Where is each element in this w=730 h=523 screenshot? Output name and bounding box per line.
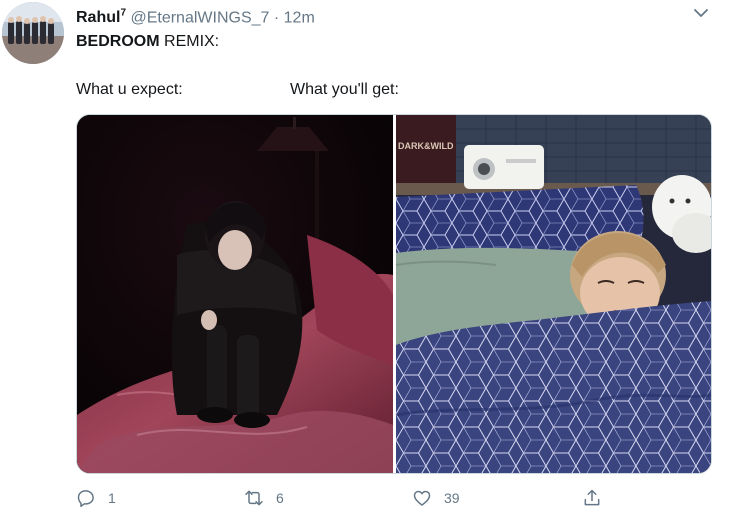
display-name[interactable]: Rahul7	[76, 8, 127, 26]
timestamp[interactable]: 12m	[284, 9, 315, 26]
reply-icon	[77, 490, 94, 508]
reply-count: 1	[108, 490, 116, 506]
label-left: What u expect:	[76, 81, 183, 98]
display-name-text[interactable]: Rahul	[76, 9, 120, 26]
avatar[interactable]	[2, 2, 64, 64]
reply-button[interactable]: 1	[76, 484, 116, 512]
tweet-text: BEDROOM REMIX:	[76, 31, 219, 53]
retweet-icon	[245, 490, 263, 506]
display-name-superscript: 7	[120, 8, 127, 19]
chevron-down-icon	[694, 9, 708, 17]
share-button[interactable]	[582, 484, 614, 512]
retweet-button[interactable]: 6	[244, 484, 284, 512]
more-options-button[interactable]	[692, 4, 710, 22]
heart-icon	[413, 490, 431, 506]
like-button[interactable]: 39	[412, 484, 460, 512]
photo-right[interactable]: DARK&WILD	[395, 115, 711, 473]
avatar-image	[2, 2, 64, 64]
tweet-actions: 1 6 39	[76, 484, 710, 512]
user-handle[interactable]: @EternalWINGS_7	[130, 9, 269, 26]
tweet-media[interactable]: DARK&WILD	[76, 114, 712, 474]
photo-left[interactable]	[77, 115, 393, 473]
retweet-count: 6	[276, 490, 284, 506]
tweet-header: Rahul7 @EternalWINGS_7 · 12m	[76, 4, 315, 28]
tweet-text-bold: BEDROOM	[76, 33, 160, 50]
share-icon	[584, 489, 600, 506]
separator: ·	[273, 9, 280, 27]
label-right: What you'll get:	[290, 81, 399, 98]
like-count: 39	[444, 490, 460, 506]
tweet-text-rest: REMIX:	[159, 33, 220, 50]
photo-caption: DARK&WILD	[398, 141, 454, 151]
projector	[464, 145, 544, 189]
